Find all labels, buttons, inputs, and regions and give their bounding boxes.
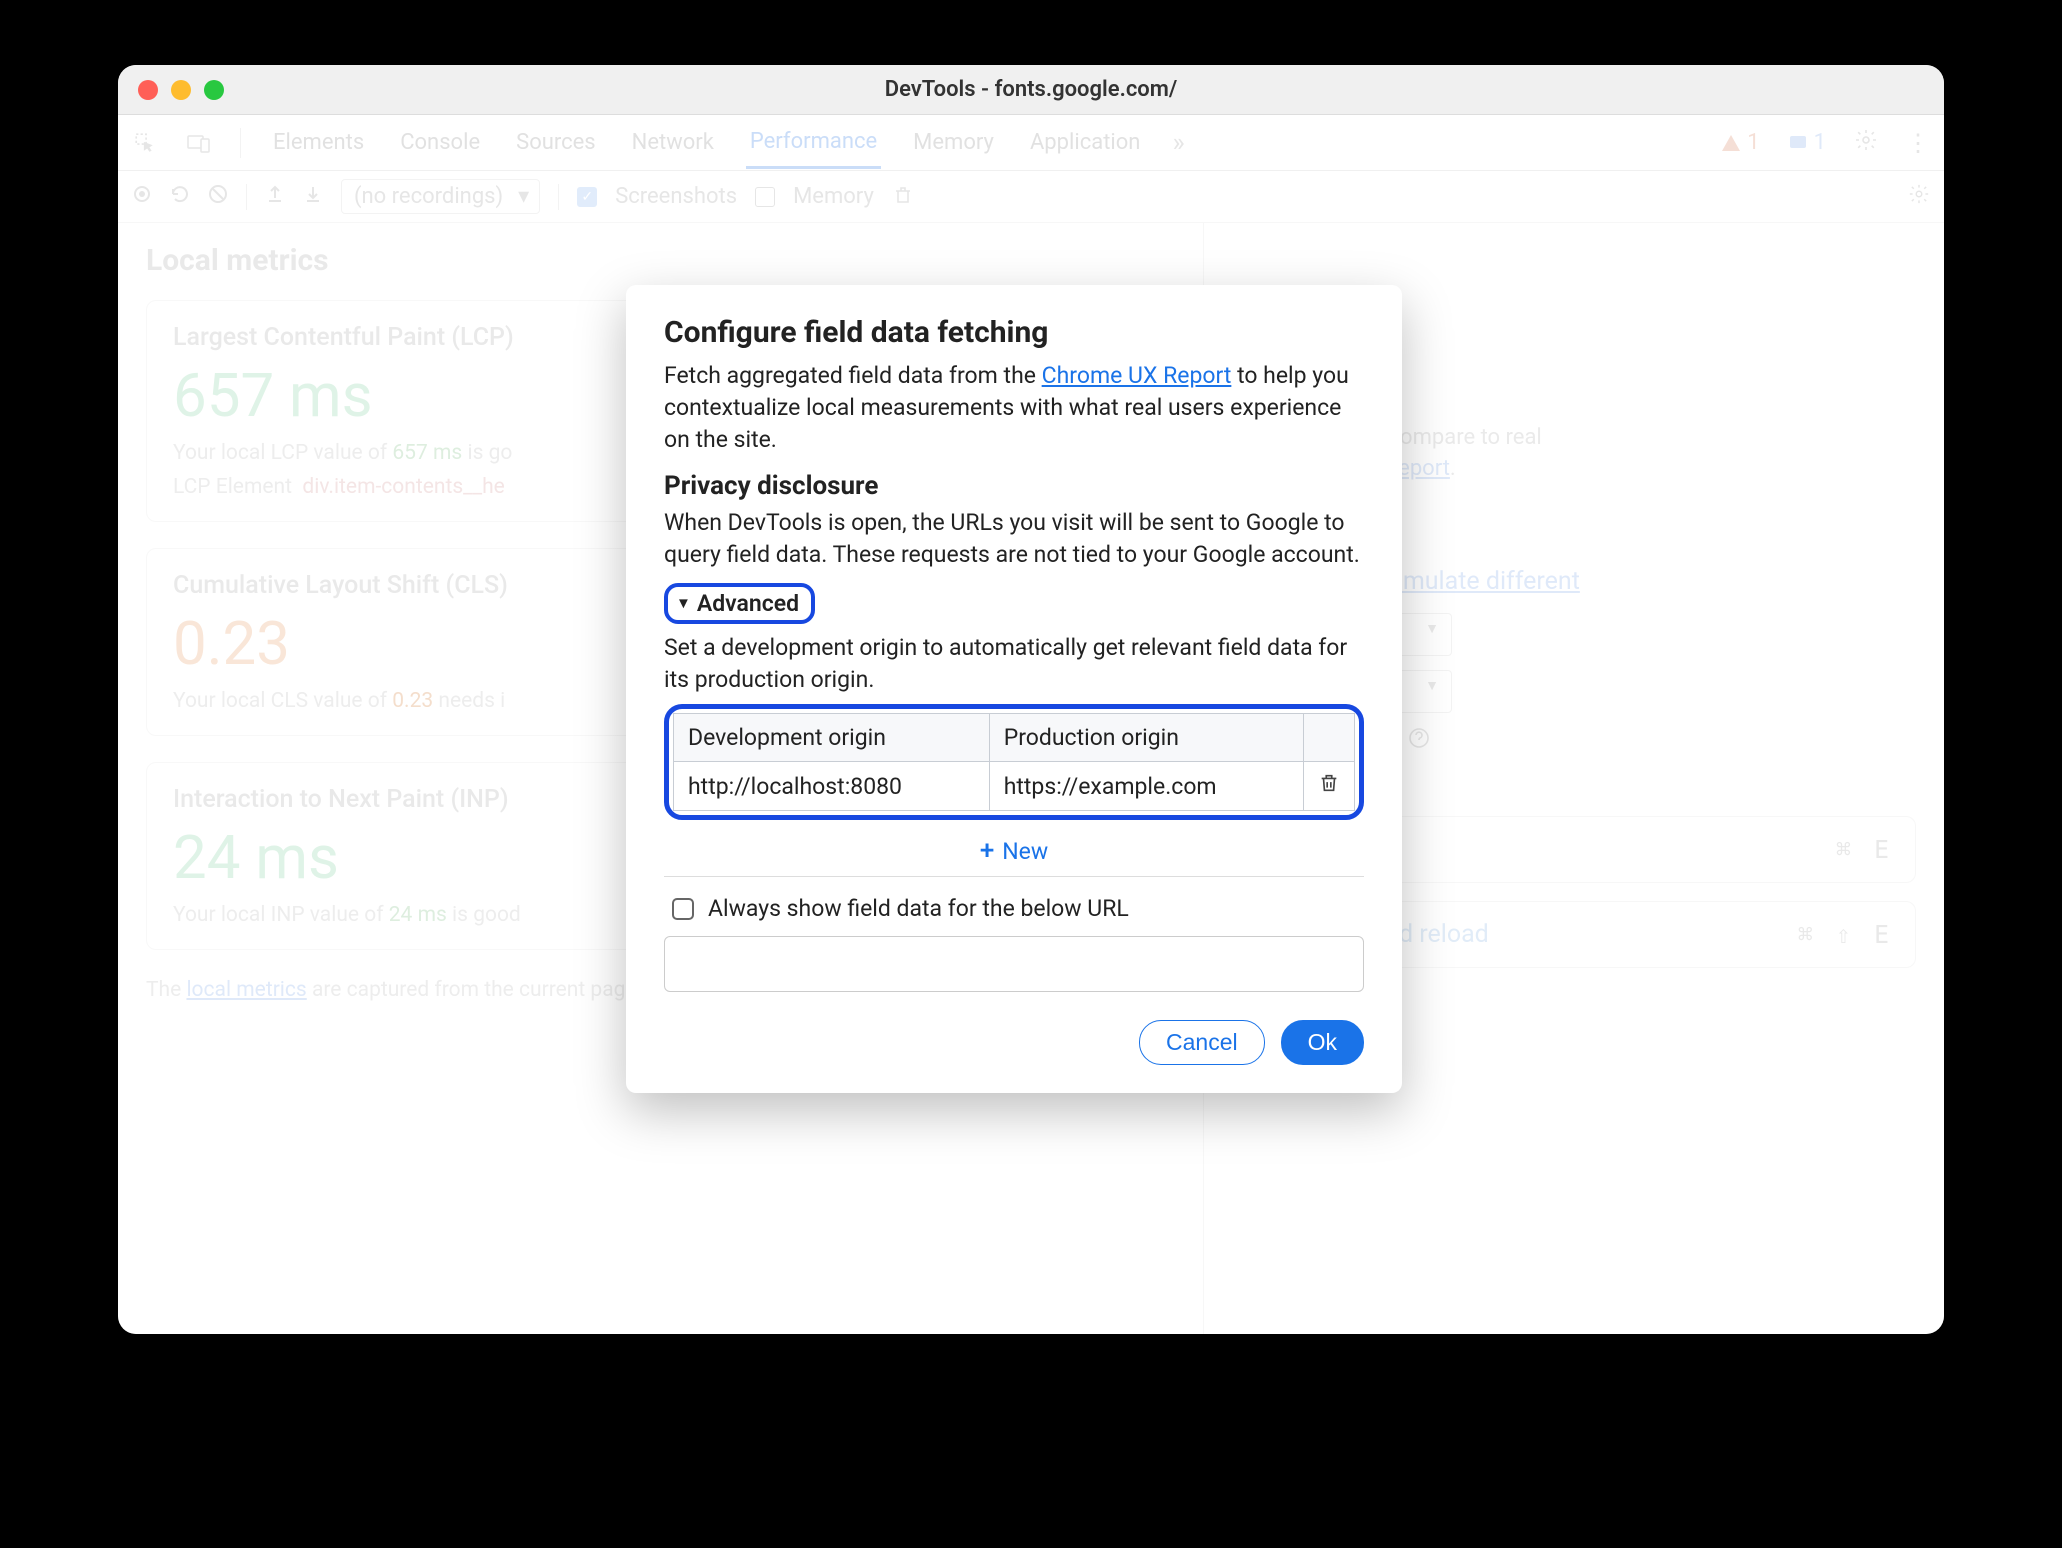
tab-network[interactable]: Network bbox=[628, 118, 718, 167]
dev-origin-cell[interactable]: http://localhost:8080 bbox=[674, 762, 990, 811]
message-counter[interactable]: 1 bbox=[1788, 130, 1826, 155]
advanced-toggle[interactable]: ▼ Advanced bbox=[664, 583, 815, 624]
always-show-label: Always show field data for the below URL bbox=[708, 895, 1129, 922]
help-icon[interactable] bbox=[1408, 727, 1430, 756]
prod-origin-cell[interactable]: https://example.com bbox=[989, 762, 1303, 811]
tab-console[interactable]: Console bbox=[396, 118, 484, 167]
screenshots-label: Screenshots bbox=[615, 184, 737, 209]
kebab-menu-icon[interactable]: ⋮ bbox=[1906, 129, 1930, 157]
cancel-button[interactable]: Cancel bbox=[1139, 1020, 1265, 1065]
origin-table-header: Development origin Production origin bbox=[674, 714, 1355, 762]
privacy-text: When DevTools is open, the URLs you visi… bbox=[664, 507, 1364, 571]
crux-link[interactable]: Chrome UX Report bbox=[1042, 362, 1232, 389]
collect-garbage-icon[interactable] bbox=[892, 183, 914, 211]
record-reload-kbd: ⌘ ⇧ E bbox=[1798, 920, 1893, 949]
tab-elements[interactable]: Elements bbox=[269, 118, 368, 167]
recordings-dropdown[interactable]: (no recordings) bbox=[341, 179, 540, 214]
url-override-input[interactable] bbox=[664, 936, 1364, 992]
titlebar: DevTools - fonts.google.com/ bbox=[118, 65, 1944, 115]
memory-checkbox[interactable] bbox=[755, 187, 775, 207]
delete-row-button[interactable] bbox=[1318, 773, 1340, 800]
always-show-row: Always show field data for the below URL bbox=[672, 895, 1364, 922]
settings-gear-icon[interactable] bbox=[1854, 128, 1878, 158]
clear-icon[interactable] bbox=[208, 184, 228, 210]
divider bbox=[664, 876, 1364, 877]
advanced-desc: Set a development origin to automaticall… bbox=[664, 632, 1364, 696]
origin-mapping-box: Development origin Production origin htt… bbox=[664, 704, 1364, 820]
perf-toolbar: (no recordings) ✓ Screenshots Memory bbox=[118, 171, 1944, 223]
always-show-checkbox[interactable] bbox=[672, 898, 694, 920]
simulate-link[interactable]: simulate different bbox=[1384, 567, 1580, 596]
record-kbd: ⌘ E bbox=[1836, 835, 1893, 864]
devtools-window: DevTools - fonts.google.com/ Elements Co… bbox=[118, 65, 1944, 1334]
chevron-down-icon: ▼ bbox=[676, 594, 691, 612]
warning-counter[interactable]: 1 bbox=[1721, 130, 1759, 155]
reload-record-icon[interactable] bbox=[170, 184, 190, 210]
inspect-icon[interactable] bbox=[132, 130, 158, 156]
local-metrics-heading: Local metrics bbox=[146, 243, 1175, 278]
modal-title: Configure field data fetching bbox=[664, 315, 1364, 350]
memory-label: Memory bbox=[793, 184, 874, 209]
tab-memory[interactable]: Memory bbox=[909, 118, 998, 167]
upload-icon[interactable] bbox=[265, 184, 285, 210]
tab-performance[interactable]: Performance bbox=[746, 117, 881, 169]
col-prod-origin: Production origin bbox=[989, 714, 1303, 762]
origin-table: Development origin Production origin htt… bbox=[673, 713, 1355, 811]
tab-application[interactable]: Application bbox=[1026, 118, 1144, 167]
col-dev-origin: Development origin bbox=[674, 714, 990, 762]
window-title: DevTools - fonts.google.com/ bbox=[118, 77, 1944, 102]
field-data-modal: Configure field data fetching Fetch aggr… bbox=[626, 285, 1402, 1093]
download-icon[interactable] bbox=[303, 184, 323, 210]
more-tabs-icon[interactable]: » bbox=[1172, 128, 1184, 158]
local-metrics-link[interactable]: local metrics bbox=[186, 978, 306, 1002]
modal-desc: Fetch aggregated field data from the Chr… bbox=[664, 360, 1364, 457]
screenshots-checkbox[interactable]: ✓ bbox=[577, 187, 597, 207]
record-icon[interactable] bbox=[132, 184, 152, 210]
origin-table-row: http://localhost:8080 https://example.co… bbox=[674, 762, 1355, 811]
device-toolbar-icon[interactable] bbox=[186, 130, 212, 156]
tab-sources[interactable]: Sources bbox=[512, 118, 600, 167]
privacy-heading: Privacy disclosure bbox=[664, 471, 1364, 501]
ok-button[interactable]: Ok bbox=[1281, 1020, 1364, 1065]
add-new-button[interactable]: + New bbox=[664, 836, 1364, 866]
plus-icon: + bbox=[980, 836, 994, 866]
perf-settings-gear-icon[interactable] bbox=[1908, 183, 1930, 211]
devtools-tabstrip: Elements Console Sources Network Perform… bbox=[118, 115, 1944, 171]
